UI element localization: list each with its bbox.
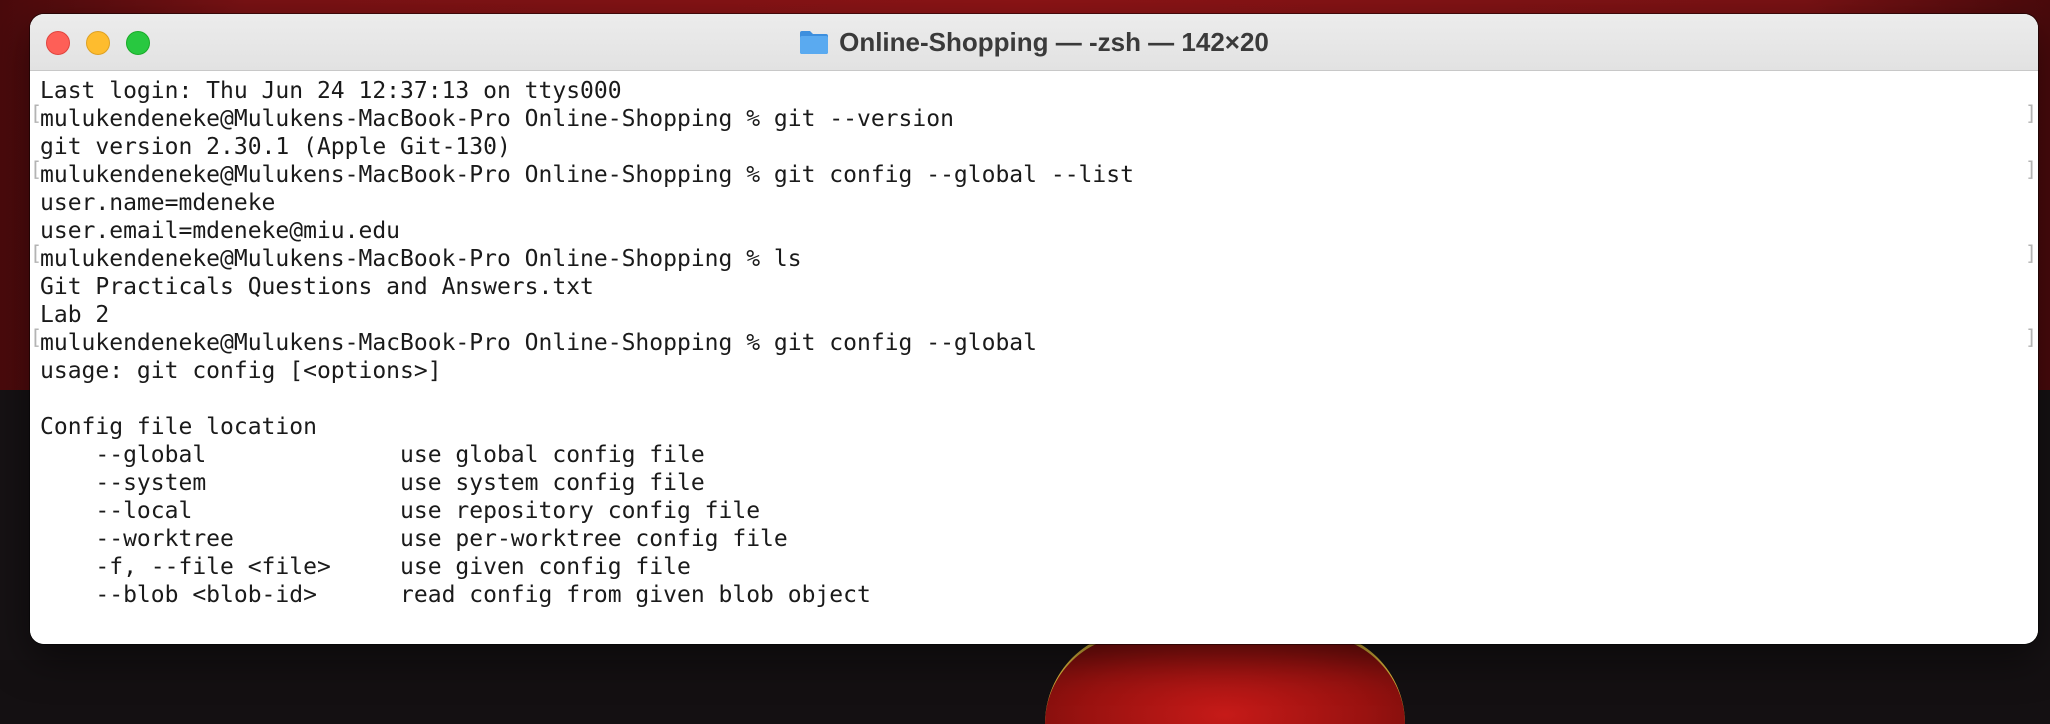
terminal-line: --worktree use per-worktree config file — [40, 526, 788, 552]
window-title: Online-Shopping — -zsh — 142×20 — [839, 26, 1269, 57]
prompt-mark-close: ] — [2025, 325, 2038, 349]
terminal-line: mulukendeneke@Mulukens-MacBook-Pro Onlin… — [40, 162, 1134, 188]
terminal-line: --blob <blob-id> read config from given … — [40, 582, 871, 608]
prompt-mark-open: [ — [30, 241, 43, 265]
prompt-mark-close: ] — [2025, 157, 2038, 181]
terminal-line: usage: git config [<options>] — [40, 358, 442, 384]
terminal-line: --system use system config file — [40, 470, 705, 496]
terminal-line: --global use global config file — [40, 442, 705, 468]
prompt-mark-open: [ — [30, 325, 43, 349]
prompt-mark-open: [ — [30, 157, 43, 181]
terminal-line: mulukendeneke@Mulukens-MacBook-Pro Onlin… — [40, 330, 1037, 356]
terminal-line: Git Practicals Questions and Answers.txt — [40, 274, 594, 300]
title-bar[interactable]: Online-Shopping — -zsh — 142×20 — [30, 14, 2038, 71]
terminal-line: user.email=mdeneke@miu.edu — [40, 218, 401, 244]
terminal-window: Online-Shopping — -zsh — 142×20 Last log… — [30, 14, 2038, 644]
prompt-mark-close: ] — [2025, 101, 2038, 125]
terminal-line: --local use repository config file — [40, 498, 761, 524]
title-group: Online-Shopping — -zsh — 142×20 — [30, 14, 2038, 70]
terminal-line: user.name=mdeneke — [40, 190, 276, 216]
terminal-line: mulukendeneke@Mulukens-MacBook-Pro Onlin… — [40, 106, 954, 132]
terminal-line: Last login: Thu Jun 24 12:37:13 on ttys0… — [40, 78, 622, 104]
terminal-line: git version 2.30.1 (Apple Git-130) — [40, 134, 511, 160]
prompt-mark-open: [ — [30, 101, 43, 125]
terminal-line: -f, --file <file> use given config file — [40, 554, 691, 580]
prompt-mark-close: ] — [2025, 241, 2038, 265]
terminal-line: mulukendeneke@Mulukens-MacBook-Pro Onlin… — [40, 246, 802, 272]
folder-icon — [800, 31, 829, 54]
terminal-content[interactable]: Last login: Thu Jun 24 12:37:13 on ttys0… — [30, 71, 2038, 644]
terminal-line: Lab 2 — [40, 302, 110, 328]
wallpaper-emblem — [1045, 630, 1405, 724]
terminal-line: Config file location — [40, 414, 317, 440]
